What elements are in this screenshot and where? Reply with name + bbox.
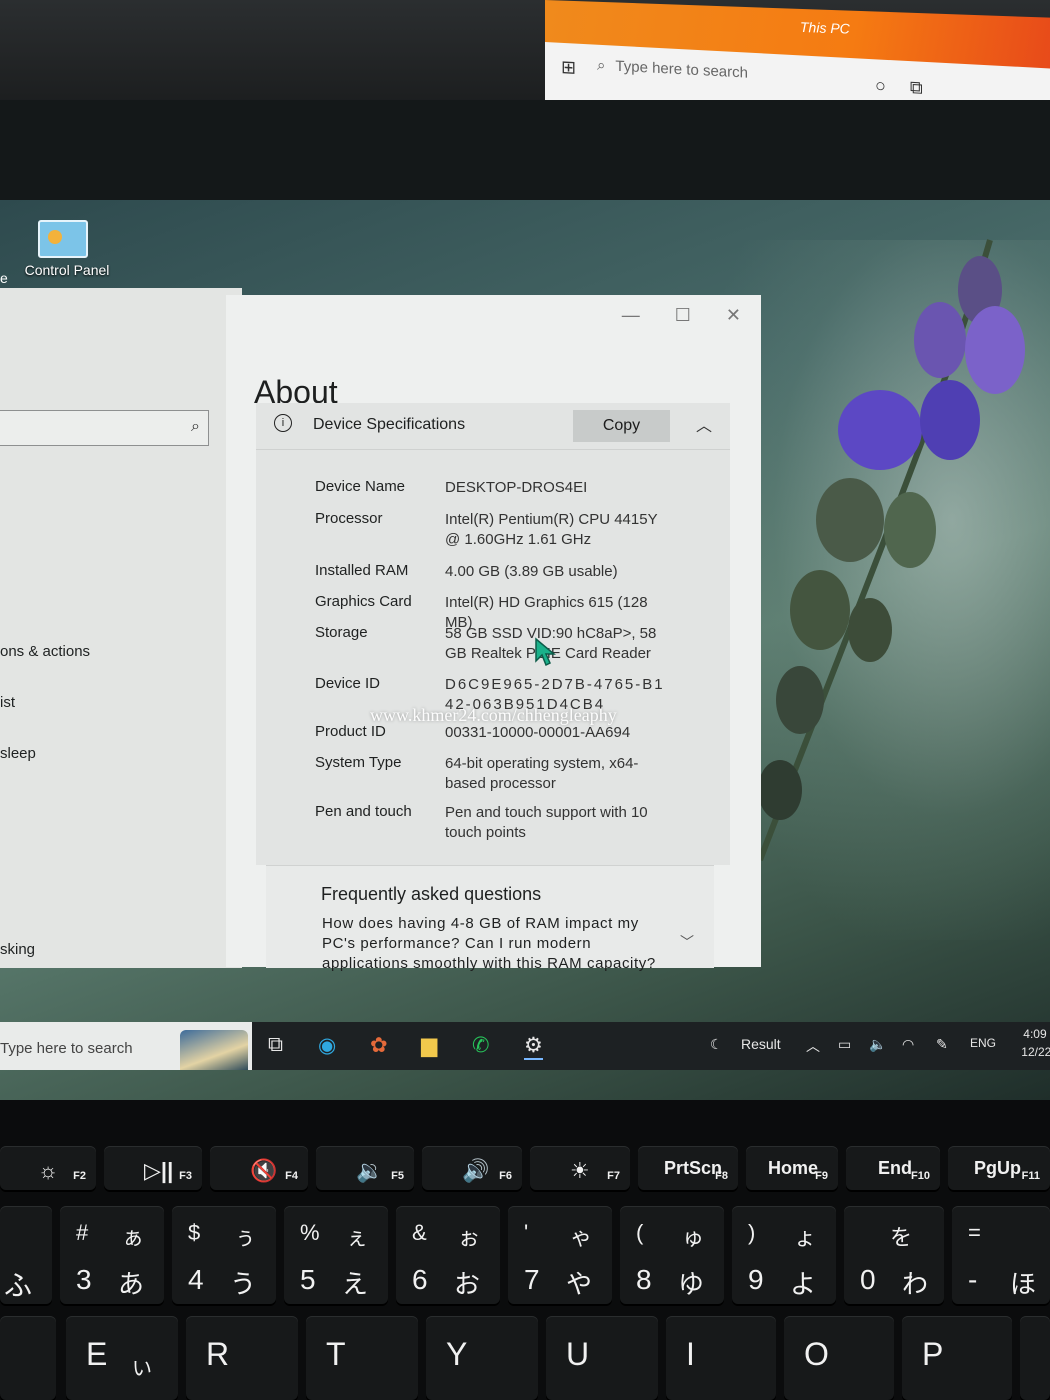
cortana-icon[interactable]: ○ — [875, 75, 910, 97]
faq-panel: Frequently asked questions How does havi… — [266, 865, 714, 972]
key-f10-end[interactable]: End F10 — [846, 1146, 940, 1190]
copy-button[interactable]: Copy — [573, 410, 670, 442]
key-y[interactable]: Y — [426, 1316, 538, 1400]
key-f2[interactable]: ☼ F2 — [0, 1146, 96, 1190]
search-icon: ⌕ — [597, 56, 606, 75]
chevron-up-icon[interactable]: ︿ — [696, 412, 712, 436]
nav-item-list[interactable]: ist — [0, 694, 15, 711]
minimize-button[interactable]: — — [622, 305, 640, 325]
key-f11-pgup[interactable]: PgUp F11 — [948, 1146, 1050, 1190]
device-specifications-header[interactable]: i Device Specifications Copy ︿ — [256, 403, 730, 450]
faq-question[interactable]: How does having 4-8 GB of RAM impact my … — [322, 914, 662, 974]
key-f5[interactable]: 🔉 F5 — [316, 1146, 414, 1190]
search-icon: ⌕ — [191, 418, 200, 435]
key-partial-right[interactable] — [1020, 1316, 1050, 1400]
key-f6[interactable]: 🔊 F6 — [422, 1146, 522, 1190]
key-8[interactable]: (ゅ 8 ゆ — [620, 1206, 724, 1304]
desktop-edge-label: e — [0, 270, 8, 286]
copilot-icon[interactable]: ✿ — [370, 1033, 388, 1058]
key-4[interactable]: $ ぅ 4 う — [172, 1206, 276, 1304]
device-specifications-label: Device Specifications — [313, 416, 466, 433]
control-panel-icon — [38, 220, 88, 258]
key-r[interactable]: R — [186, 1316, 298, 1400]
laptop-screen: Control Panel e ⌕ ons & actions ist slee… — [0, 200, 1050, 1100]
key-p[interactable]: P — [902, 1316, 1012, 1400]
key-i[interactable]: I — [666, 1316, 776, 1400]
settings-gear-icon[interactable]: ⚙ — [524, 1033, 543, 1060]
background-taskbar-icons: ○⧉ — [875, 75, 947, 100]
key-partial-left-lower[interactable] — [0, 1316, 56, 1400]
keyboard: ☼ F2 ▷|| F3 🔇 F4 🔉 F5 🔊 F6 ☀ F7 PrtScn F8 Home F… — [0, 1100, 1050, 1400]
battery-icon[interactable]: ▭ — [838, 1036, 851, 1053]
key-partial-left[interactable]: ふ — [0, 1206, 52, 1304]
result-label[interactable]: Result — [741, 1036, 781, 1052]
key-f8-prtscn[interactable]: PrtScn F8 — [638, 1146, 738, 1190]
chevron-down-icon[interactable]: ﹀ — [680, 932, 694, 952]
weather-icon[interactable]: ☾ — [710, 1036, 723, 1053]
key-minus[interactable]: = - ほ — [952, 1206, 1050, 1304]
wifi-icon[interactable]: ◠ — [902, 1036, 914, 1053]
task-view-icon[interactable]: ⧉ — [910, 77, 947, 99]
pen-icon[interactable]: ✎ — [936, 1036, 948, 1053]
watermark: www.khmer24.com/chhengleaphy — [370, 705, 617, 725]
background-window-title: This PC — [800, 18, 850, 37]
mouse-cursor-icon — [535, 637, 556, 667]
language-indicator[interactable]: ENG — [970, 1036, 996, 1050]
background-search-box[interactable]: ⌕ Type here to search — [597, 57, 837, 104]
taskbar: Type here to search ⧉ ◉ ✿ ▆ ✆ ⚙ ☾ Result… — [0, 1022, 1050, 1070]
search-highlight-image — [180, 1030, 248, 1070]
key-f3[interactable]: ▷|| F3 — [104, 1146, 202, 1190]
key-u[interactable]: U — [546, 1316, 658, 1400]
windows-logo-icon[interactable]: ⊞ — [561, 57, 576, 79]
clock[interactable]: 4:09 PM 12/22/20 — [1008, 1025, 1050, 1061]
close-button[interactable]: ✕ — [726, 305, 741, 325]
nav-item-multitasking[interactable]: sking — [0, 941, 35, 958]
key-7[interactable]: ' ゃ 7 や — [508, 1206, 612, 1304]
key-o[interactable]: O — [784, 1316, 894, 1400]
faq-title: Frequently asked questions — [321, 884, 542, 904]
key-f7[interactable]: ☀ F7 — [530, 1146, 630, 1190]
device-specifications-panel: i Device Specifications Copy ︿ Device Na… — [256, 403, 730, 865]
whatsapp-icon[interactable]: ✆ — [472, 1033, 490, 1058]
maximize-button[interactable]: ☐ — [675, 305, 691, 325]
key-e[interactable]: Eい — [66, 1316, 178, 1400]
key-f9-home[interactable]: Home F9 — [746, 1146, 838, 1190]
edge-browser-icon[interactable]: ◉ — [318, 1033, 336, 1058]
key-f4[interactable]: 🔇 F4 — [210, 1146, 308, 1190]
lavender-flower — [757, 239, 1025, 862]
key-6[interactable]: & ぉ 6 お — [396, 1206, 500, 1304]
chevron-up-icon[interactable]: ︿ — [806, 1036, 820, 1056]
window-controls: — ☐ ✕ — [592, 305, 741, 326]
file-explorer-icon[interactable]: ▆ — [421, 1033, 437, 1058]
settings-nav-pane: ⌕ ons & actions ist sleep sking — [0, 288, 242, 968]
key-3[interactable]: # ぁ 3 あ — [60, 1206, 164, 1304]
key-5[interactable]: % ぇ 5 え — [284, 1206, 388, 1304]
nav-item-sleep[interactable]: sleep — [0, 745, 36, 762]
taskbar-search-box[interactable]: Type here to search — [0, 1022, 252, 1070]
key-9[interactable]: ) ょ 9 よ — [732, 1206, 836, 1304]
key-0[interactable]: を0わ — [844, 1206, 944, 1304]
settings-about-pane: — ☐ ✕ About i Device Specifications Copy… — [226, 295, 761, 972]
control-panel-shortcut[interactable]: Control Panel — [22, 220, 112, 278]
key-t[interactable]: T — [306, 1316, 418, 1400]
settings-search-input[interactable]: ⌕ — [0, 410, 209, 446]
nav-item-notifications-actions[interactable]: ons & actions — [0, 643, 90, 660]
volume-icon[interactable]: 🔈 — [869, 1036, 886, 1053]
task-view-icon[interactable]: ⧉ — [268, 1033, 283, 1057]
info-icon: i — [274, 414, 292, 432]
